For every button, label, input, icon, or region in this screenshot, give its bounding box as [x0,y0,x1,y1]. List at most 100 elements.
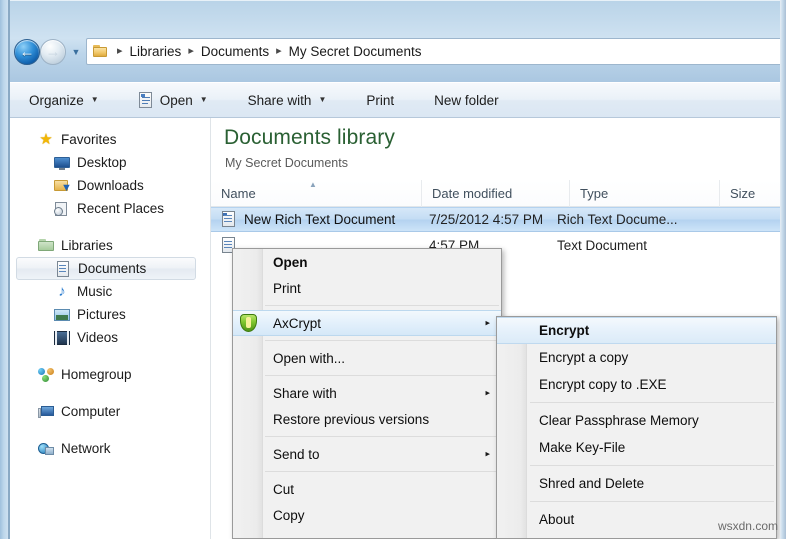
chevron-down-icon: ▼ [199,95,208,104]
breadcrumb-separator-icon: ▸ [276,45,282,57]
column-header-date-modified[interactable]: Date modified [421,180,569,207]
breadcrumb-libraries[interactable]: Libraries [128,42,184,61]
submenu-label-clear-passphrase-memory: Clear Passphrase Memory [539,413,699,428]
page-title: Documents library [224,126,395,149]
submenu-separator [530,501,774,502]
submenu-item-make-key-file[interactable]: Make Key-File [497,434,776,461]
toolbar-open-button[interactable]: Open ▼ [130,86,217,114]
file-type: Text Document [557,238,648,253]
star-icon: ★ [39,130,53,148]
column-header-row: Name ▲ Date modified Type Size [211,180,786,207]
submenu-separator [530,402,774,403]
address-bar[interactable]: ▸ Libraries ▸ Documents ▸ My Secret Docu… [86,38,786,65]
sidebar-label-homegroup: Homegroup [61,367,132,382]
toolbar-print-button[interactable]: Print [357,86,403,114]
context-menu-label-share-with: Share with [273,385,337,401]
sidebar-item-music[interactable]: ♪ Music [10,280,210,303]
context-menu-item-axcrypt[interactable]: AxCrypt ▸ [233,310,501,336]
breadcrumb-documents[interactable]: Documents [199,42,271,61]
toolbar-new-folder-button[interactable]: New folder [425,86,508,114]
context-menu-label-print: Print [273,280,301,296]
context-menu-item-open[interactable]: Open [233,249,501,275]
videos-icon [54,330,70,346]
sidebar-item-pictures[interactable]: Pictures [10,303,210,326]
sidebar-label-network: Network [61,441,111,456]
context-menu-label-copy: Copy [273,507,305,523]
axcrypt-submenu: Encrypt Encrypt a copy Encrypt copy to .… [496,316,777,539]
context-menu-item-open-with[interactable]: Open with... [233,345,501,371]
sidebar-item-favorites[interactable]: ★ Favorites [10,128,210,151]
context-menu-item-cut[interactable]: Cut [233,476,501,502]
submenu-item-clear-passphrase-memory[interactable]: Clear Passphrase Memory [497,407,776,434]
column-header-name-label: Name [221,186,256,201]
sidebar-item-recent-places[interactable]: Recent Places [10,197,210,220]
recent-pages-dropdown[interactable]: ▼ [70,47,82,57]
table-row[interactable]: New Rich Text Document 7/25/2012 4:57 PM… [211,207,786,232]
toolbar-share-with-label: Share with [247,92,312,108]
breadcrumb-my-secret-documents[interactable]: My Secret Documents [287,42,424,61]
forward-arrow-icon: → [45,43,61,61]
toolbar-new-folder-label: New folder [434,92,499,108]
submenu-item-encrypt[interactable]: Encrypt [497,317,776,344]
folder-icon [92,44,109,59]
chevron-down-icon: ▼ [90,95,99,104]
context-menu-item-share-with[interactable]: Share with ▸ [233,380,501,406]
context-menu-item-send-to[interactable]: Send to ▸ [233,441,501,467]
window-top-hairline [0,0,786,1]
documents-icon [55,260,71,277]
sidebar-item-network[interactable]: Network [10,437,210,460]
context-menu-label-axcrypt: AxCrypt [273,315,322,331]
submenu-label-about: About [539,512,575,527]
sidebar-item-homegroup[interactable]: Homegroup [10,363,210,386]
sidebar-label-videos: Videos [77,330,119,345]
column-header-date-modified-label: Date modified [432,186,513,201]
nav-group-libraries: Libraries Documents ♪ Music Pictures Vid… [10,234,210,349]
context-menu-item-copy[interactable]: Copy [233,502,501,528]
context-menu-item-print[interactable]: Print [233,275,501,301]
submenu-item-encrypt-copy-to-exe[interactable]: Encrypt copy to .EXE [497,371,776,398]
submenu-item-shred-and-delete[interactable]: Shred and Delete [497,470,776,497]
context-menu-item-restore-previous-versions[interactable]: Restore previous versions [233,406,501,432]
sidebar-label-computer: Computer [61,404,121,419]
sidebar-item-videos[interactable]: Videos [10,326,210,349]
music-icon: ♪ [58,282,66,300]
sidebar-item-desktop[interactable]: Desktop [10,151,210,174]
sidebar-item-computer[interactable]: Computer [10,400,210,423]
homegroup-icon [38,367,54,383]
axcrypt-shield-icon [240,314,257,332]
submenu-label-encrypt-a-copy: Encrypt a copy [539,350,629,365]
back-button[interactable]: ← [14,39,40,65]
context-menu-label-open-with: Open with... [273,350,346,366]
sidebar-label-desktop: Desktop [77,155,127,170]
forward-button[interactable]: → [40,39,66,65]
sidebar-item-downloads[interactable]: ▼ Downloads [10,174,210,197]
sidebar-item-documents[interactable]: Documents [16,257,196,280]
sort-ascending-icon: ▲ [309,180,317,189]
toolbar-share-with-button[interactable]: Share with ▼ [239,86,336,114]
submenu-item-encrypt-a-copy[interactable]: Encrypt a copy [497,344,776,371]
submenu-label-shred-and-delete: Shred and Delete [539,476,645,491]
submenu-separator [530,465,774,466]
file-type: Rich Text Docume... [557,212,678,227]
sidebar-label-pictures: Pictures [77,307,126,322]
context-menu-separator [265,305,499,306]
breadcrumb-separator-icon: ▸ [188,45,194,57]
sidebar-label-documents: Documents [78,261,147,276]
toolbar-organize-button[interactable]: Organize ▼ [20,86,108,114]
sidebar-label-downloads: Downloads [77,178,144,193]
network-icon [38,441,54,457]
navigation-bar: ← → ▼ ▸ Libraries ▸ Documents ▸ My Secre… [10,36,786,68]
context-menu-separator [265,340,499,341]
column-header-type[interactable]: Type [569,180,719,207]
chevron-right-icon: ▸ [485,317,490,328]
desktop-icon [54,155,70,171]
sidebar-label-recent-places: Recent Places [77,201,165,216]
column-header-size[interactable]: Size [719,180,786,207]
sidebar-item-libraries[interactable]: Libraries [10,234,210,257]
file-date-modified: 7/25/2012 4:57 PM [429,212,544,227]
explorer-window: ← → ▼ ▸ Libraries ▸ Documents ▸ My Secre… [0,0,786,539]
pictures-icon [54,307,70,323]
